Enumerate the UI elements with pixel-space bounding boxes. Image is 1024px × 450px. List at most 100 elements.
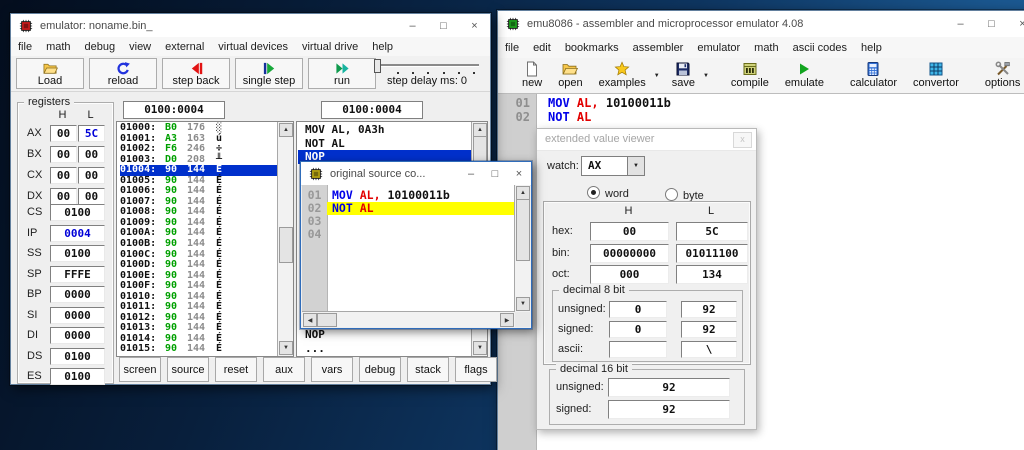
memory-row[interactable]: 0100B:90144É [120, 239, 277, 250]
register-IP-field[interactable]: 0004 [50, 225, 105, 242]
close-icon[interactable]: × [459, 14, 490, 37]
source-button[interactable]: source [167, 357, 209, 382]
menu-debug[interactable]: debug [78, 38, 123, 56]
maximize-icon[interactable]: □ [483, 162, 507, 185]
oct-l-field[interactable]: 134 [676, 265, 748, 284]
dec8-ascii-l-field[interactable]: \ [681, 341, 737, 358]
scroll-down-icon[interactable]: ▼ [473, 341, 487, 355]
scroll-up-icon[interactable]: ▲ [473, 123, 487, 137]
disasm-address-field[interactable]: 0100:0004 [321, 101, 423, 119]
scroll-up-icon[interactable]: ▲ [516, 186, 530, 200]
compile-button[interactable]: compile [723, 58, 777, 93]
register-SS-field[interactable]: 0100 [50, 245, 105, 262]
dec8-signed-h-field[interactable]: 0 [609, 321, 667, 338]
screen-button[interactable]: screen [119, 357, 161, 382]
memory-address-field[interactable]: 0100:0004 [123, 101, 225, 119]
register-ES-field[interactable]: 0100 [50, 368, 105, 385]
menu-help[interactable]: help [854, 39, 889, 57]
source-line[interactable]: 02NOT AL [302, 202, 514, 215]
scroll-right-icon[interactable]: ▶ [500, 313, 514, 327]
register-CX-l-field[interactable]: 00 [78, 167, 105, 184]
close-icon[interactable]: × [1007, 11, 1024, 37]
menu-help[interactable]: help [365, 38, 400, 56]
watch-register-select[interactable]: AX ▼ [581, 156, 645, 176]
menu-math[interactable]: math [39, 38, 77, 56]
menu-assembler[interactable]: assembler [626, 39, 691, 57]
maximize-icon[interactable]: □ [976, 11, 1007, 37]
register-DS-field[interactable]: 0100 [50, 348, 105, 365]
calculator-button[interactable]: calculator [842, 58, 905, 93]
dec8-unsigned-l-field[interactable]: 92 [681, 301, 737, 318]
hex-h-field[interactable]: 00 [590, 222, 669, 241]
dec16-signed-field[interactable]: 92 [608, 400, 730, 419]
save-button[interactable]: save [664, 58, 703, 93]
maximize-icon[interactable]: □ [428, 14, 459, 37]
menu-file[interactable]: file [11, 38, 39, 56]
bin-h-field[interactable]: 00000000 [590, 244, 669, 263]
menu-emulator[interactable]: emulator [690, 39, 747, 57]
register-BX-h-field[interactable]: 00 [50, 146, 77, 163]
examples-dropdown-arrow-icon[interactable]: ▼ [654, 73, 664, 79]
convertor-button[interactable]: convertor [905, 58, 967, 93]
viewer-titlebar[interactable]: extended value viewer x [537, 129, 756, 151]
menu-edit[interactable]: edit [526, 39, 558, 57]
radio-icon[interactable] [665, 188, 678, 201]
aux-button[interactable]: aux [263, 357, 305, 382]
dec8-signed-l-field[interactable]: 92 [681, 321, 737, 338]
source-line[interactable]: 02NOT AL [498, 111, 1024, 125]
reload-button[interactable]: reload [89, 58, 157, 89]
examples-button[interactable]: examples [591, 58, 654, 93]
register-AX-l-field[interactable]: 5C [78, 125, 105, 142]
watch-value[interactable]: AX [581, 156, 628, 176]
memory-row[interactable]: 01015:90144É [120, 344, 277, 355]
scroll-up-icon[interactable]: ▲ [279, 123, 293, 137]
source-line[interactable]: 03 [302, 215, 514, 228]
dec8-ascii-h-field[interactable] [609, 341, 667, 358]
bin-l-field[interactable]: 01011100 [676, 244, 748, 263]
disasm-row[interactable]: NOP [298, 328, 471, 342]
minimize-icon[interactable]: – [945, 11, 976, 37]
menu-virtual-drive[interactable]: virtual drive [295, 38, 365, 56]
run-button[interactable]: run [308, 58, 376, 89]
emulator-titlebar[interactable]: emulator: noname.bin_ –□× [11, 14, 490, 38]
word-radio[interactable]: word [587, 184, 629, 202]
menu-view[interactable]: view [122, 38, 158, 56]
minimize-icon[interactable]: – [459, 162, 483, 185]
options-button[interactable]: options [977, 58, 1024, 93]
source-titlebar[interactable]: original source co... –□× [301, 162, 531, 186]
chevron-down-icon[interactable]: ▼ [628, 156, 645, 176]
radio-selected-icon[interactable] [587, 186, 600, 199]
single-step-button[interactable]: single step [235, 58, 303, 89]
memory-row[interactable]: 01000:B0176░ [120, 123, 277, 134]
minimize-icon[interactable]: – [397, 14, 428, 37]
vars-button[interactable]: vars [311, 357, 353, 382]
register-SP-field[interactable]: FFFE [50, 266, 105, 283]
source-line[interactable]: 01MOV AL, 10100011b [498, 97, 1024, 111]
register-BX-l-field[interactable]: 00 [78, 146, 105, 163]
register-DI-field[interactable]: 0000 [50, 327, 105, 344]
flags-button[interactable]: flags [455, 357, 497, 382]
register-DX-h-field[interactable]: 00 [50, 188, 77, 205]
source-vscrollbar[interactable]: ▲ ▼ [514, 185, 530, 312]
step-delay-slider[interactable]: step delay ms: 0 [371, 58, 483, 89]
source-hscrollbar[interactable]: ◀ ▶ [302, 311, 515, 327]
menu-math[interactable]: math [747, 39, 785, 57]
save-dropdown-arrow-icon[interactable]: ▼ [703, 73, 713, 79]
menu-external[interactable]: external [158, 38, 211, 56]
scrollbar-thumb[interactable] [279, 227, 293, 263]
register-CX-h-field[interactable]: 00 [50, 167, 77, 184]
stack-button[interactable]: stack [407, 357, 449, 382]
scrollbar-thumb[interactable] [516, 199, 530, 261]
oct-h-field[interactable]: 000 [590, 265, 669, 284]
register-BP-field[interactable]: 0000 [50, 286, 105, 303]
register-AX-h-field[interactable]: 00 [50, 125, 77, 142]
emulate-button[interactable]: emulate [777, 58, 832, 93]
disasm-row[interactable]: ... [298, 342, 471, 356]
hex-l-field[interactable]: 5C [676, 222, 748, 241]
open-button[interactable]: open [550, 58, 590, 93]
scroll-left-icon[interactable]: ◀ [303, 313, 317, 327]
menu-bookmarks[interactable]: bookmarks [558, 39, 626, 57]
close-icon[interactable]: x [733, 132, 752, 148]
menu-file[interactable]: file [498, 39, 526, 57]
source-view[interactable]: 01MOV AL, 10100011b02NOT AL0304 ▲ ▼ ◀ ▶ [302, 185, 530, 327]
